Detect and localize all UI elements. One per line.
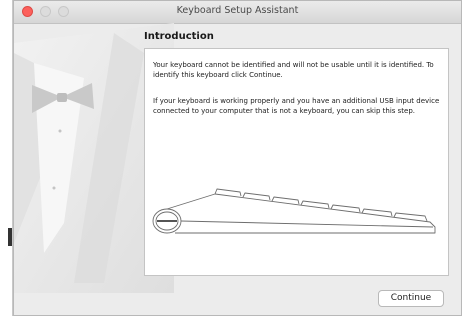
setup-assistant-window: Keyboard Setup Assistant Introduction Yo… (13, 0, 462, 316)
content-panel: Your keyboard cannot be identified and w… (144, 48, 449, 276)
page-heading: Introduction (144, 31, 214, 42)
background-fragment (8, 228, 12, 246)
keyboard-icon (152, 188, 436, 234)
title-bar[interactable]: Keyboard Setup Assistant (14, 1, 461, 24)
window-title: Keyboard Setup Assistant (176, 5, 299, 16)
continue-button[interactable]: Continue (378, 290, 444, 307)
intro-paragraph-2: If your keyboard is working properly and… (153, 97, 440, 115)
intro-paragraph-1: Your keyboard cannot be identified and w… (153, 61, 434, 79)
